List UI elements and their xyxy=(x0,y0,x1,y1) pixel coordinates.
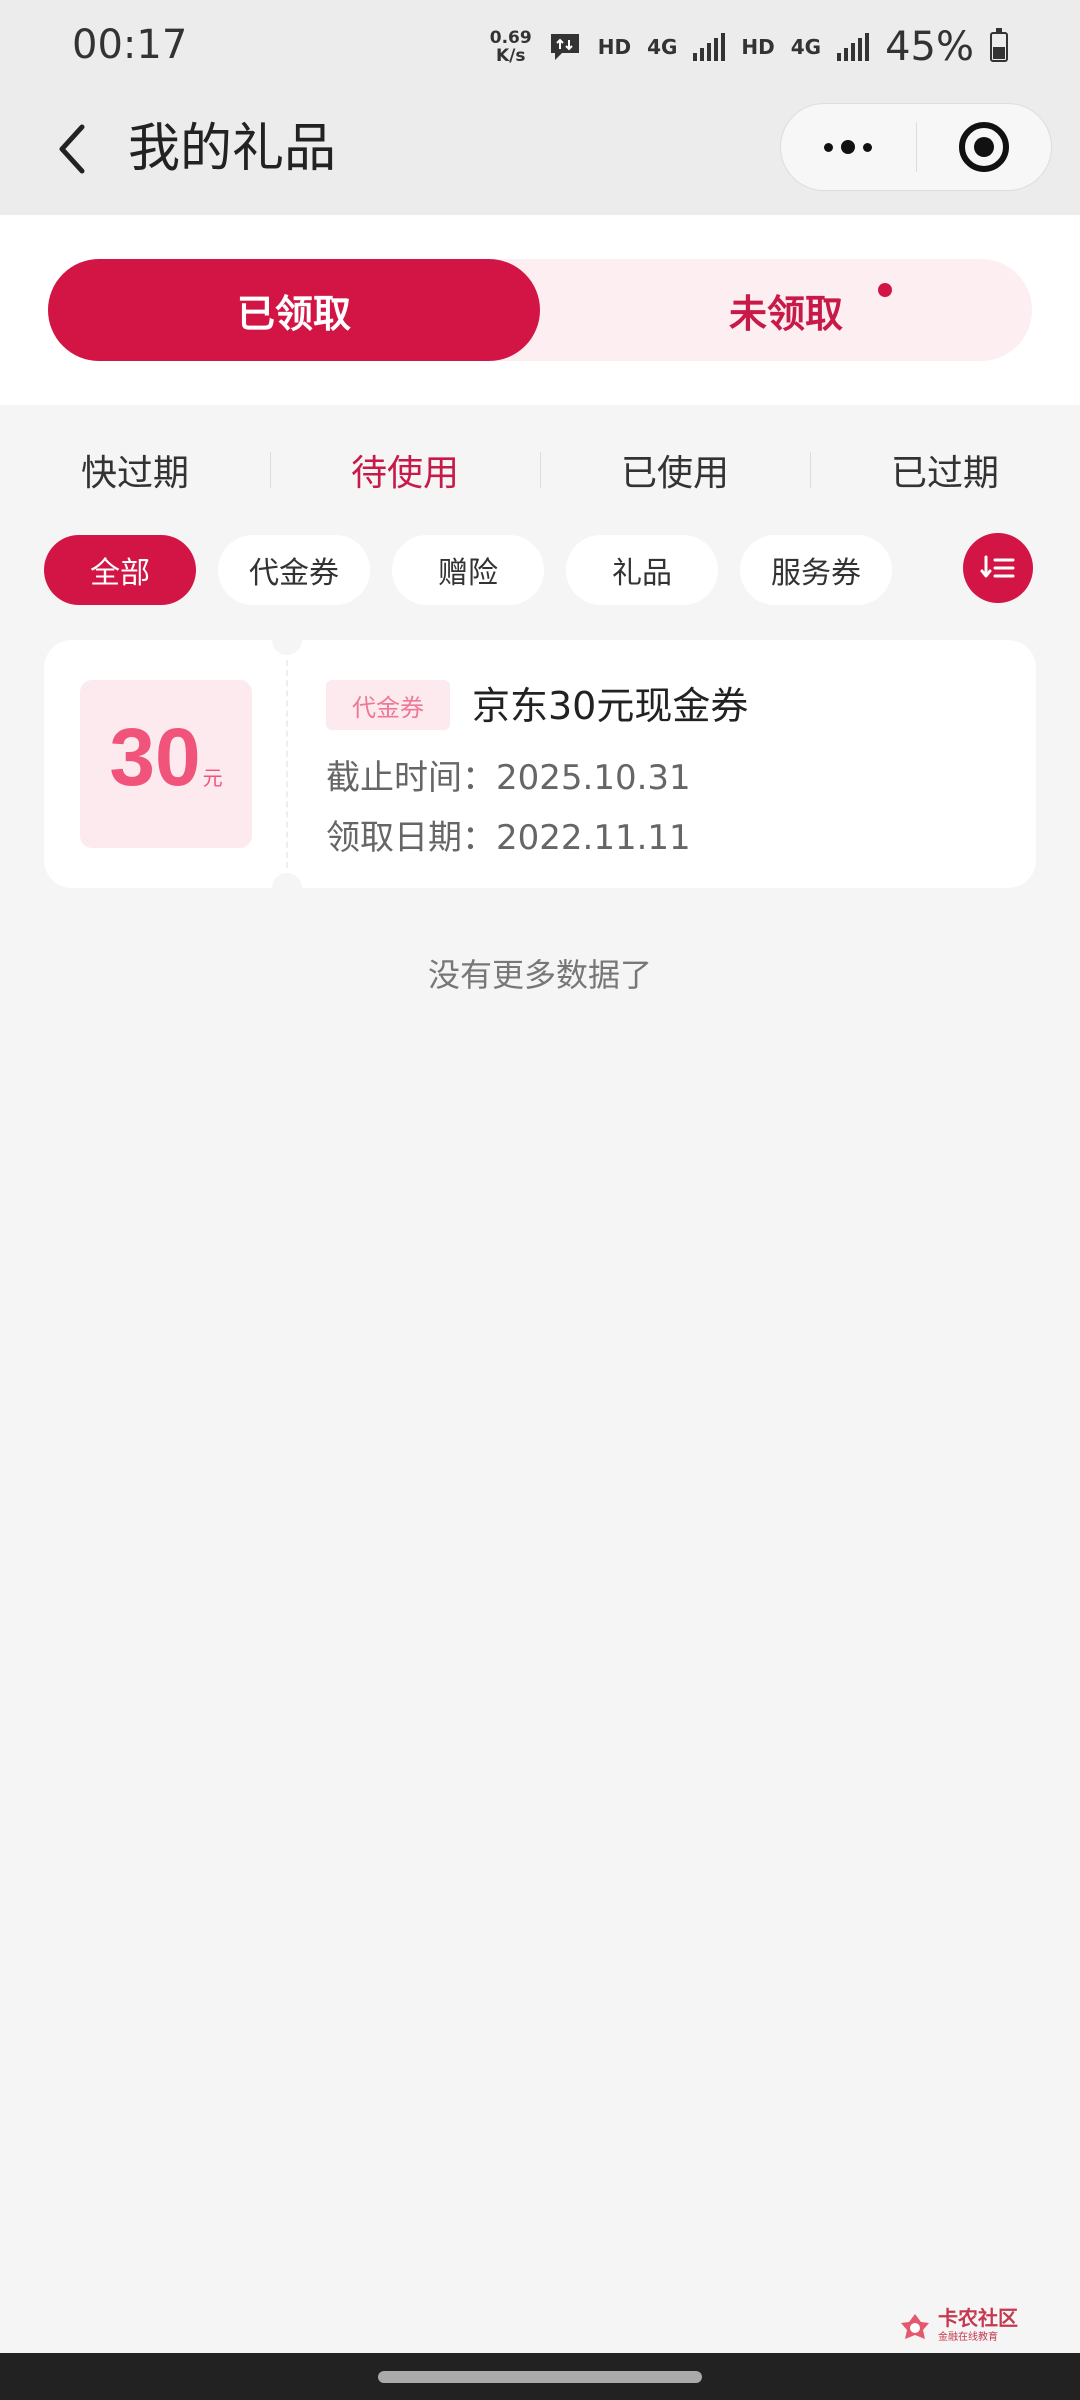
no-more-data: 没有更多数据了 xyxy=(427,956,652,994)
nav-bar: 我的礼品 xyxy=(0,95,1080,215)
segment-unreceived-label: 未领取 xyxy=(728,291,843,336)
status-icons: 0.69 K/s HD 4G HD 4G 45% xyxy=(490,22,1008,72)
battery-icon xyxy=(990,28,1008,62)
coupon-received-date: 领取日期：2022.11.11 xyxy=(326,818,691,858)
sort-icon xyxy=(980,555,1015,578)
coupon-amount: 30 元 xyxy=(80,680,252,848)
watermark: 卡农社区 金融在线教育 xyxy=(898,2308,1018,2348)
coupon-deadline: 截止时间：2025.10.31 xyxy=(326,758,691,798)
status-time: 00:17 xyxy=(72,22,188,68)
battery-percent: 45% xyxy=(885,24,974,70)
mini-program-capsule xyxy=(780,103,1052,191)
close-mini-program-button[interactable] xyxy=(917,104,1052,190)
chip-insurance[interactable]: 赠险 xyxy=(392,535,544,605)
network-type-2: 4G xyxy=(790,35,822,59)
segment-header: 已领取 未领取 xyxy=(0,215,1080,405)
segmented-control: 已领取 未领取 xyxy=(48,259,1032,361)
tab-used[interactable]: 已使用 xyxy=(540,444,810,496)
hd-label-1: HD xyxy=(597,35,632,59)
coupon-type-tag: 代金券 xyxy=(326,680,450,730)
sort-button[interactable] xyxy=(963,533,1033,603)
coupon-amount-value: 30 xyxy=(109,712,201,803)
hd-label-2: HD xyxy=(741,35,775,59)
message-icon xyxy=(550,34,579,60)
chip-all[interactable]: 全部 xyxy=(44,535,196,605)
system-navigation-bar xyxy=(0,2353,1080,2400)
more-button[interactable] xyxy=(781,104,916,190)
segment-unreceived[interactable]: 未领取 xyxy=(540,259,1032,361)
tab-to-use[interactable]: 待使用 xyxy=(270,444,540,496)
more-dots-icon xyxy=(824,140,873,154)
signal-icon xyxy=(693,33,726,61)
segment-received[interactable]: 已领取 xyxy=(48,259,540,361)
card-notch-top xyxy=(272,625,302,655)
notification-dot xyxy=(878,283,892,297)
back-button[interactable] xyxy=(40,117,104,181)
page-title: 我的礼品 xyxy=(128,119,337,179)
home-indicator[interactable] xyxy=(378,2371,702,2383)
chevron-left-icon xyxy=(59,124,85,174)
tab-expired[interactable]: 已过期 xyxy=(810,444,1080,496)
coupon-title: 京东30元现金券 xyxy=(472,684,749,728)
card-divider xyxy=(286,660,288,868)
target-icon xyxy=(958,122,1009,172)
coupon-amount-unit: 元 xyxy=(202,766,223,790)
status-bar: 00:17 0.69 K/s HD 4G HD 4G 45% xyxy=(0,0,1080,95)
coupon-card[interactable]: 30 元 代金券 京东30元现金券 截止时间：2025.10.31 领取日期：2… xyxy=(44,625,1036,903)
status-tabs: 快过期 待使用 已使用 已过期 xyxy=(0,420,1080,520)
chip-voucher[interactable]: 代金券 xyxy=(218,535,370,605)
kanong-logo-icon xyxy=(901,2314,929,2339)
tab-expiring[interactable]: 快过期 xyxy=(0,444,270,496)
watermark-text: 卡农社区 金融在线教育 xyxy=(938,2306,1018,2343)
network-type-1: 4G xyxy=(647,35,678,59)
chip-gift[interactable]: 礼品 xyxy=(566,535,718,605)
signal-icon-2 xyxy=(837,33,870,61)
card-notch-bottom xyxy=(272,873,302,903)
net-speed: 0.69 K/s xyxy=(489,28,532,66)
chip-service-coupon[interactable]: 服务券 xyxy=(740,535,892,605)
filter-chips: 全部 代金券 赠险 礼品 服务券 xyxy=(44,535,1044,607)
